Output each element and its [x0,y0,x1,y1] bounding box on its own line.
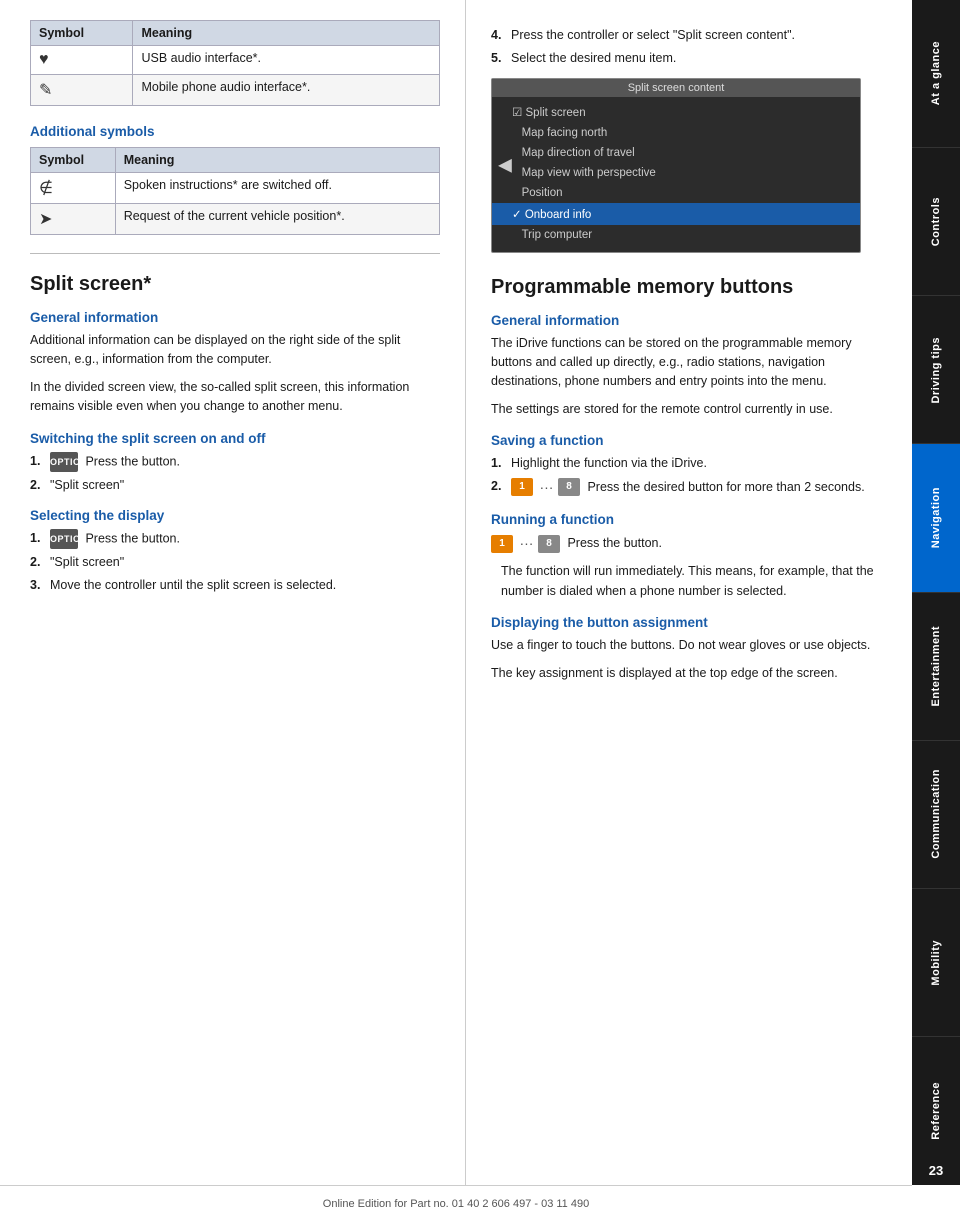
page-number: 23 [912,1155,960,1185]
table-row: ♥ USB audio interface*. [31,46,440,75]
vehicle-position-icon: ➤ [39,209,52,229]
usb-icon: ♥ [39,51,49,69]
sidebar-tab-navigation[interactable]: Navigation [912,444,960,592]
table-row: ∉ Spoken instructions* are switched off. [31,173,440,204]
screen-menu-item-north: Map facing north [492,123,860,143]
step-item: 2. "Split screen" [30,553,440,572]
symbol-cell: ✎ [31,75,133,106]
sidebar-tab-mobility[interactable]: Mobility [912,889,960,1037]
screen-image: Split screen content ◀ ☑ Split screen Ma… [491,78,861,253]
screen-menu-item-direction: Map direction of travel [492,143,860,163]
screen-menu-item-split: ☑ Split screen [492,101,860,123]
step-item: 4. Press the controller or select "Split… [491,26,892,45]
running-text: 1 ··· 8 Press the button. [491,533,892,555]
sidebar: At a glance Controls Driving tips Naviga… [912,0,960,1185]
symbol-table-additional: Symbol Meaning ∉ Spoken instructions* ar… [30,147,440,235]
displaying-text1: Use a finger to touch the buttons. Do no… [491,636,892,655]
prog-memory-title: Programmable memory buttons [491,275,892,299]
switching-steps: 1. OPTION Press the button. 2. "Split sc… [30,452,440,495]
left-column: Symbol Meaning ♥ USB audio interface*. ✎ [0,0,465,1185]
option-button-icon: OPTION [50,452,78,472]
general-info-heading-right: General information [491,313,892,328]
sidebar-tab-entertainment[interactable]: Entertainment [912,593,960,741]
col-header-meaning: Meaning [115,148,439,173]
meaning-cell: Request of the current vehicle position*… [115,204,439,235]
footer: Online Edition for Part no. 01 40 2 606 … [0,1185,912,1222]
general-info-text1-left: Additional information can be displayed … [30,331,440,370]
step-item: 2. 1 ··· 8 Press the desired button for … [491,477,892,498]
step-item: 2. "Split screen" [30,476,440,495]
displaying-text2: The key assignment is displayed at the t… [491,664,892,683]
col-header-meaning: Meaning [133,21,440,46]
mem-button-8-icon: 8 [558,478,580,496]
step-item: 1. OPTION Press the button. [30,452,440,472]
screen-nav-arrow-icon: ◀ [498,155,512,176]
meaning-cell: USB audio interface*. [133,46,440,75]
spoken-instructions-icon: ∉ [39,178,53,198]
symbol-cell: ♥ [31,46,133,75]
ellipsis-icon: ··· [539,477,553,498]
right-column: 4. Press the controller or select "Split… [465,0,912,1185]
ellipsis-run-icon: ··· [519,533,533,555]
step-item: 3. Move the controller until the split s… [30,576,440,595]
sidebar-tab-communication[interactable]: Communication [912,741,960,889]
meaning-cell: Spoken instructions* are switched off. [115,173,439,204]
screen-menu-item-position: Position [492,183,860,203]
screen-menu-item-trip: Trip computer [492,225,860,245]
symbol-cell: ➤ [31,204,116,235]
symbol-table-main: Symbol Meaning ♥ USB audio interface*. ✎ [30,20,440,106]
sidebar-tab-controls[interactable]: Controls [912,148,960,296]
displaying-heading: Displaying the button assignment [491,615,892,630]
table-row: ➤ Request of the current vehicle positio… [31,204,440,235]
option-button-icon-2: OPTION [50,529,78,549]
general-info-text2-left: In the divided screen view, the so-calle… [30,378,440,417]
step-item: 1. Highlight the function via the iDrive… [491,454,892,473]
general-info-text2-right: The settings are stored for the remote c… [491,400,892,419]
saving-steps: 1. Highlight the function via the iDrive… [491,454,892,498]
running-heading: Running a function [491,512,892,527]
screen-menu-item-perspective: Map view with perspective [492,163,860,183]
main-content: Symbol Meaning ♥ USB audio interface*. ✎ [0,0,912,1185]
step-item: 1. OPTION Press the button. [30,529,440,549]
saving-heading: Saving a function [491,433,892,448]
mem-button-run-1-icon: 1 [491,535,513,553]
split-screen-title: Split screen* [30,272,440,296]
screen-title-bar: Split screen content [492,79,860,97]
footer-text: Online Edition for Part no. 01 40 2 606 … [323,1198,589,1210]
symbol-cell: ∉ [31,173,116,204]
sidebar-tab-at-a-glance[interactable]: At a glance [912,0,960,148]
phone-icon: ✎ [39,80,52,100]
running-text2: The function will run immediately. This … [501,562,892,601]
divider [30,253,440,254]
selecting-steps: 1. OPTION Press the button. 2. "Split sc… [30,529,440,595]
table-row: ✎ Mobile phone audio interface*. [31,75,440,106]
mem-button-run-8-icon: 8 [538,535,560,553]
additional-symbols-heading: Additional symbols [30,124,440,139]
col-header-symbol: Symbol [31,148,116,173]
screen-menu: ☑ Split screen Map facing north Map dire… [492,97,860,249]
general-info-heading-left: General information [30,310,440,325]
screen-menu-item-onboard: ✓ Onboard info [492,203,860,225]
general-info-text1-right: The iDrive functions can be stored on th… [491,334,892,392]
sidebar-tab-driving-tips[interactable]: Driving tips [912,296,960,444]
step-item: 5. Select the desired menu item. [491,49,892,68]
col-header-symbol: Symbol [31,21,133,46]
mem-button-1-icon: 1 [511,478,533,496]
switching-heading: Switching the split screen on and off [30,431,440,446]
selecting-heading: Selecting the display [30,508,440,523]
steps-top: 4. Press the controller or select "Split… [491,26,892,68]
meaning-cell: Mobile phone audio interface*. [133,75,440,106]
